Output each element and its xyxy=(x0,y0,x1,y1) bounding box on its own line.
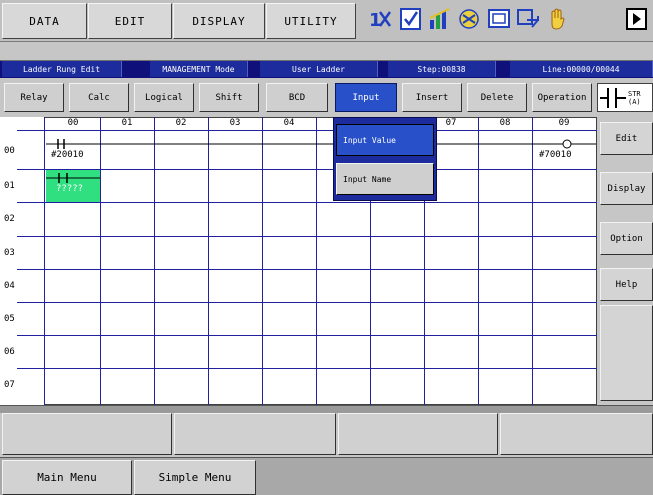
grid-line xyxy=(17,169,597,170)
relay-button[interactable]: Relay xyxy=(4,83,64,112)
chart-icon[interactable] xyxy=(427,6,453,32)
column-header: 03 xyxy=(229,118,241,128)
simple-menu-button[interactable]: Simple Menu xyxy=(134,460,256,495)
screen-icon[interactable] xyxy=(486,6,512,32)
menu-edit[interactable]: EDIT xyxy=(88,3,172,39)
menu-utility[interactable]: UTILITY xyxy=(266,3,356,39)
column-header: 04 xyxy=(283,118,295,128)
line-indicator: Line:00000/00044 xyxy=(510,61,653,77)
tool-icon[interactable] xyxy=(456,6,482,32)
bottom-slot-3[interactable] xyxy=(338,413,498,455)
column-header: 09 xyxy=(558,118,570,128)
output-address[interactable]: #70010 xyxy=(539,150,572,160)
menu-data-label: DATA xyxy=(29,14,60,28)
grid-line xyxy=(17,302,597,303)
arrow-icon[interactable] xyxy=(515,6,541,32)
menu-display-label: DISPLAY xyxy=(192,14,246,28)
side-edit-button[interactable]: Edit xyxy=(600,122,653,155)
row-header: 05 xyxy=(4,314,15,324)
management-mode: MANAGEMENT Mode xyxy=(150,61,248,77)
insert-button[interactable]: Insert xyxy=(402,83,462,112)
instruction-badge-label: STR (A) xyxy=(628,89,641,106)
play-icon[interactable] xyxy=(624,6,650,32)
input-value-option[interactable]: Input Value xyxy=(336,124,434,156)
bottom-slot-4[interactable] xyxy=(500,413,653,455)
bcd-button[interactable]: BCD xyxy=(266,83,328,112)
column-header: 02 xyxy=(175,118,187,128)
grid-line xyxy=(17,269,597,270)
input-button[interactable]: Input xyxy=(335,83,397,112)
logical-button[interactable]: Logical xyxy=(134,83,194,112)
bottom-separator xyxy=(0,405,653,413)
delete-button[interactable]: Delete xyxy=(467,83,527,112)
cursor-cell[interactable]: ????? xyxy=(46,170,100,202)
menu-edit-label: EDIT xyxy=(114,14,146,28)
contact-address[interactable]: #20010 xyxy=(51,150,84,160)
row-header: 00 xyxy=(4,146,15,156)
sort-icon[interactable]: 1 xyxy=(368,6,394,32)
column-header: 01 xyxy=(121,118,133,128)
bottom-slot-2[interactable] xyxy=(174,413,336,455)
operation-button[interactable]: Operation xyxy=(532,83,592,112)
ladder-type: User Ladder xyxy=(260,61,378,77)
side-option-button[interactable]: Option xyxy=(600,222,653,255)
grid-line xyxy=(17,202,597,203)
instruction-badge[interactable]: STR (A) xyxy=(597,83,653,112)
row-header: 03 xyxy=(4,248,15,258)
grid-line xyxy=(17,236,597,237)
grid-line xyxy=(17,335,597,336)
check-doc-icon[interactable] xyxy=(398,6,424,32)
column-header: 00 xyxy=(67,118,79,128)
side-help-button[interactable]: Help xyxy=(600,268,653,301)
calc-button[interactable]: Calc xyxy=(69,83,129,112)
mode-title: Ladder Rung Edit xyxy=(2,61,122,77)
step-indicator: Step:00838 xyxy=(388,61,496,77)
row-header: 02 xyxy=(4,214,15,224)
row-header: 06 xyxy=(4,347,15,357)
rung-line xyxy=(46,139,596,149)
shift-button[interactable]: Shift xyxy=(199,83,259,112)
contact-a-icon xyxy=(600,88,626,108)
grid-line xyxy=(17,368,597,369)
column-header: 08 xyxy=(499,118,511,128)
menu-utility-label: UTILITY xyxy=(284,14,338,28)
row-header: 01 xyxy=(4,181,15,191)
row-header: 04 xyxy=(4,281,15,291)
side-empty-slot xyxy=(600,305,653,401)
menu-data[interactable]: DATA xyxy=(2,3,87,39)
input-name-option[interactable]: Input Name xyxy=(336,163,434,195)
row-header: 07 xyxy=(4,380,15,390)
cursor-cell-label: ????? xyxy=(56,184,84,194)
hand-icon[interactable] xyxy=(544,6,570,32)
side-display-button[interactable]: Display xyxy=(600,172,653,205)
bottom-slot-1[interactable] xyxy=(2,413,172,455)
main-menu-button[interactable]: Main Menu xyxy=(2,460,132,495)
menu-display[interactable]: DISPLAY xyxy=(173,3,265,39)
